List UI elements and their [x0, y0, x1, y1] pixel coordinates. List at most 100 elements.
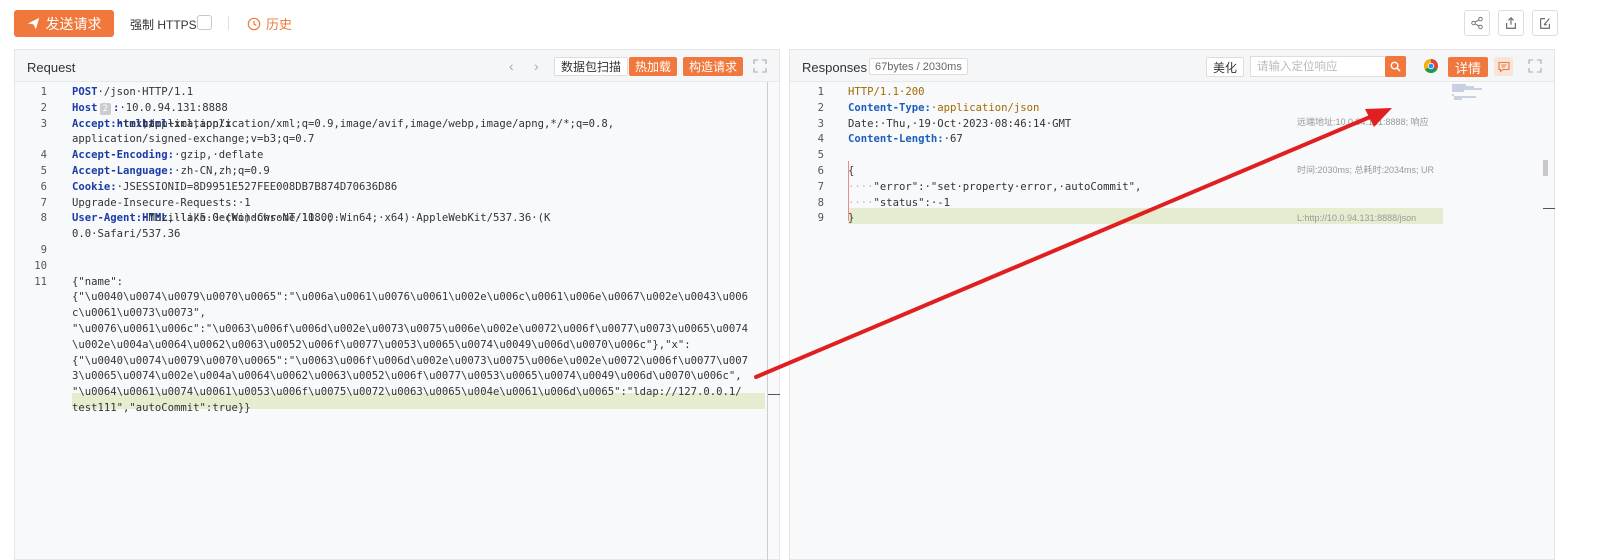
line-number: 1: [817, 86, 824, 98]
code-token: HTTP/1.1·200: [848, 86, 925, 98]
line-number: 4: [817, 133, 824, 146]
request-scrollbar[interactable]: [767, 82, 768, 560]
edit-icon: [1540, 18, 1550, 29]
count-badge: 2: [99, 102, 111, 115]
code-token: ·10.0.94.131:8888: [119, 101, 228, 114]
response-meta: 远端地址:10.0.94.131:8888; 响应 时间:2030ms; 总耗时…: [1297, 82, 1434, 258]
line-number: 8: [40, 212, 47, 225]
line-text: POST ·/json·HTTP/1.1: [72, 85, 193, 101]
request-editor[interactable]: 1 POST ·/json·HTTP/1.1 2 Host 2: ·10.0.94.131:…: [15, 82, 780, 560]
response-title: Responses: [802, 60, 868, 75]
line-text: Accept-Language: ·zh-CN,zh;q=0.9: [72, 164, 270, 180]
line-text: Content-Type:·application/json: [848, 101, 1039, 117]
code-token: Accept-Encoding:: [72, 149, 175, 162]
line-text: Host 2: ·10.0.94.131:8888: [72, 101, 228, 117]
line-number: 6: [817, 164, 824, 177]
code-token: {"\u0040\u0074\u0079\u0070\u0065":"\u006…: [72, 354, 749, 367]
line-number: 7: [40, 196, 47, 209]
force-https-label: 强制 HTTPS: [130, 18, 197, 32]
line-number: 7: [817, 180, 824, 193]
line-number: 3: [817, 117, 824, 130]
code-token: test111","autoCommit":true}}: [72, 401, 251, 414]
code-token: ,·like·Gecko)·Chrome/118.0.: [167, 212, 340, 225]
line-text: Content-Length: ·67: [848, 132, 963, 148]
comment-button[interactable]: [1494, 57, 1513, 76]
line-text: Accept: ·text/html ,application/x html +xml,…: [72, 117, 614, 133]
response-search-input[interactable]: [1250, 56, 1386, 77]
expand-icon[interactable]: [1528, 59, 1542, 73]
code-token: 0.0·Safari/537.36: [72, 228, 181, 241]
send-request-label: 发送请求: [45, 15, 102, 32]
code-token: Cookie:: [72, 180, 117, 193]
clock-icon: [247, 17, 261, 30]
request-panel: Request ‹ › 数据包扫描 热加载 构造请求 1 POST ·/json·H…: [14, 49, 780, 560]
history-button[interactable]: 历史: [247, 14, 292, 33]
line-text: ···· "status":·-1: [848, 196, 950, 212]
send-request-button[interactable]: 发送请求: [14, 10, 114, 37]
code-token: ·JSESSIONID=8D9951E527FEE008DB7B874D7063…: [116, 180, 398, 193]
response-editor[interactable]: 1 HTTP/1.1·200 2 Content-Type:·application/…: [790, 82, 1555, 559]
packet-scan-button[interactable]: 数据包扫描: [554, 57, 629, 76]
code-token: 3\u0065\u0074\u002e\u004a\u0064\u0062\u0…: [72, 370, 742, 383]
meta-line: 时间:2030ms; 总耗时:2034ms; UR: [1297, 165, 1435, 175]
line-number: 10: [34, 259, 47, 272]
scrollbar-thumb[interactable]: [1543, 160, 1548, 176]
line-number: 1: [40, 86, 47, 98]
code-token: Content-Length:: [848, 133, 944, 146]
code-token: Accept-Language:: [72, 164, 175, 177]
code-token: Content-Type:: [848, 101, 931, 114]
chrome-icon[interactable]: [1423, 58, 1439, 74]
code-token: Host: [72, 101, 98, 114]
line-number: 11: [34, 275, 47, 288]
minimap[interactable]: [1452, 84, 1498, 100]
chevron-right-icon[interactable]: ›: [534, 59, 539, 73]
code-token: "\u0076\u0061\u006c":"\u0063\u006f\u006d…: [72, 322, 749, 335]
code-token: "\u0064\u0061\u0074\u0061\u0053\u006f\u0…: [72, 386, 742, 399]
toolbar-divider: [228, 16, 229, 30]
code-token: ····: [848, 196, 874, 209]
response-panel: Responses 67bytes / 2030ms 美化 详情 1 HTTP/1…: [789, 49, 1555, 560]
hot-load-button[interactable]: 热加载: [629, 57, 678, 76]
code-token: }: [848, 212, 855, 225]
code-token: Accept:: [72, 117, 117, 130]
edit-button[interactable]: [1532, 10, 1558, 36]
response-panel-header: Responses 67bytes / 2030ms 美化 详情: [790, 50, 1554, 82]
code-token: +xml,application/xml;q=0.9,image/avif,im…: [167, 117, 615, 130]
code-token: Date:·Thu,·19·Oct·2023·08:46:14·GMT: [848, 117, 1072, 130]
share-icon: [1471, 16, 1483, 30]
search-button[interactable]: [1385, 56, 1406, 77]
detail-button[interactable]: 详情: [1448, 57, 1489, 77]
code-token: application/signed-exchange;v=b3;q=0.7: [72, 133, 315, 146]
code-token: ·67: [943, 133, 963, 146]
build-request-button[interactable]: 构造请求: [683, 57, 744, 76]
scroll-marker: [1543, 208, 1555, 209]
history-label: 历史: [266, 17, 293, 32]
meta-line: 远端地址:10.0.94.131:8888; 响应: [1297, 117, 1429, 127]
code-token: ·/json·HTTP/1.1: [97, 86, 194, 98]
line-number: 9: [817, 212, 824, 225]
code-token: ·zh-CN,zh;q=0.9: [174, 164, 270, 177]
export-icon: [1506, 16, 1516, 29]
code-token: POST: [72, 86, 98, 98]
line-number: 2: [40, 101, 47, 114]
line-text: HTTP/1.1·200: [848, 85, 925, 101]
line-text: Accept-Encoding: ·gzip,·deflate: [72, 148, 263, 164]
chevron-left-icon[interactable]: ‹: [509, 59, 514, 73]
scroll-marker: [768, 394, 780, 395]
beautify-button[interactable]: 美化: [1206, 57, 1245, 77]
code-token: c\u0061\u0073\u0073",: [72, 307, 206, 320]
line-text: User-Agent: ·Mozilla/5.0·(Windows·NT·10.0…: [72, 211, 550, 227]
force-https-checkbox[interactable]: [197, 15, 212, 30]
code-token: {"name":: [72, 275, 124, 288]
top-toolbar: 发送请求 强制 HTTPS 历史: [0, 0, 1598, 46]
expand-icon[interactable]: [753, 59, 767, 73]
share-button[interactable]: [1464, 10, 1490, 36]
code-token: {: [848, 164, 855, 177]
search-icon: [1390, 61, 1401, 72]
line-number: 6: [40, 180, 47, 193]
line-text: ···· "error":·"set·property·error,·autoCo…: [848, 180, 1141, 196]
code-token: "error":·"set·property·error,·autoCommit…: [873, 180, 1142, 193]
code-token: \u002e\u004a\u0064\u0062\u0063\u0052\u00…: [72, 338, 691, 351]
export-button[interactable]: [1498, 10, 1524, 36]
line-text: Cookie: ·JSESSIONID=8D9951E527FEE008DB7B8…: [72, 180, 397, 196]
